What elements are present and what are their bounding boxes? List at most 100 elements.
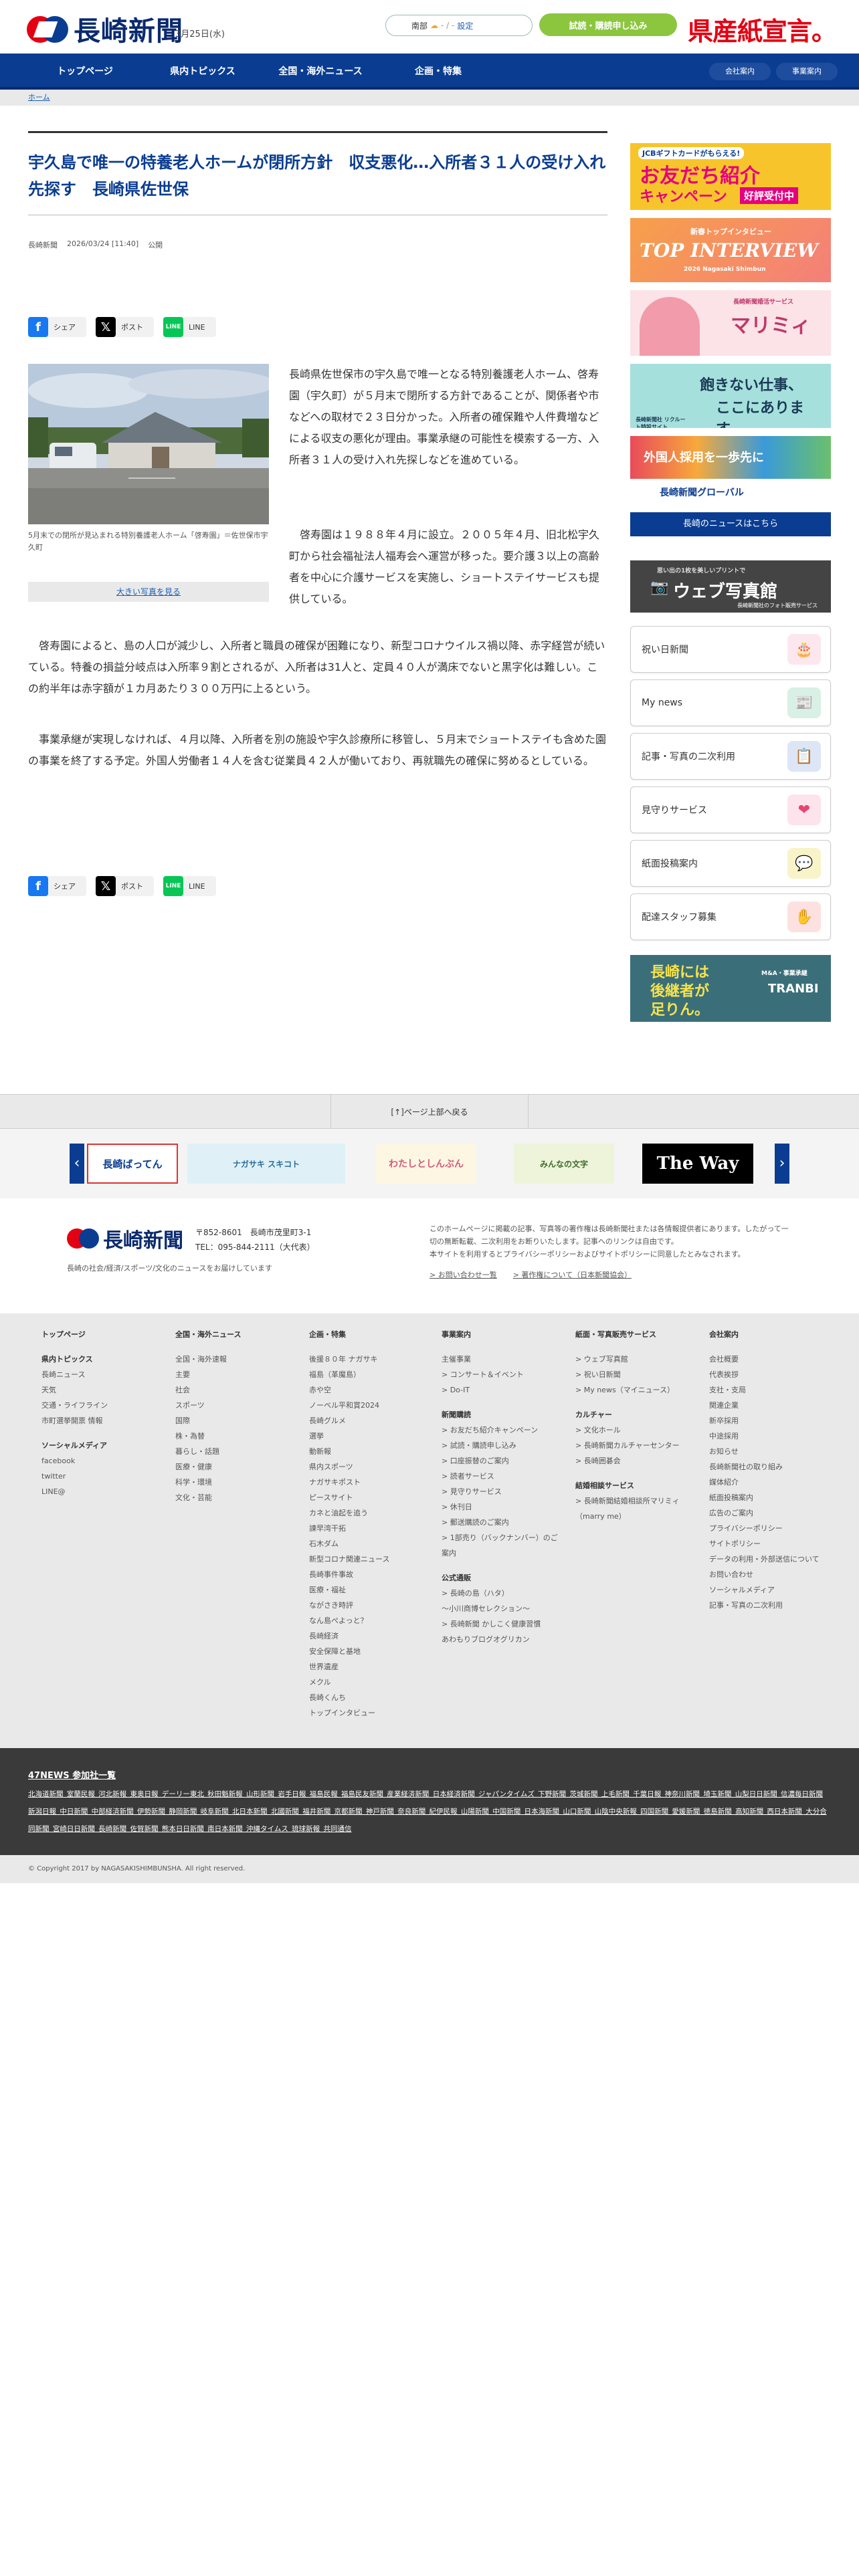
sitemap-link[interactable]: ながさき時評 bbox=[309, 1598, 389, 1613]
service-my-news[interactable]: My news 📰 bbox=[630, 679, 831, 726]
carousel-slide[interactable]: わたしとしんぶん bbox=[376, 1144, 476, 1184]
carousel-next-button[interactable]: › bbox=[775, 1144, 789, 1184]
sitemap-link[interactable]: スポーツ bbox=[175, 1398, 241, 1413]
sitemap-link[interactable]: 国際 bbox=[175, 1413, 241, 1428]
web-photo-banner[interactable]: 思い出の1枚を美しいプリントで 📷 ウェブ写真館 長崎新聞社のフォト販売サービス bbox=[630, 560, 831, 613]
sitemap-link[interactable]: > 見守りサービス bbox=[442, 1484, 562, 1499]
service-secondary-use[interactable]: 記事・写真の二次利用 📋 bbox=[630, 733, 831, 780]
recruit-banner[interactable]: 飽きない仕事、 ここにあります。 長崎新聞社 リクルート特設サイト bbox=[630, 364, 831, 428]
sitemap-link[interactable]: 医療・健康 bbox=[175, 1459, 241, 1475]
sitemap-link[interactable]: > 長崎新聞結婚相談所マリミィ（marry me） bbox=[575, 1493, 689, 1524]
nav-business-info[interactable]: 事業案内 bbox=[776, 63, 838, 80]
sitemap-link[interactable]: 安全保障と基地 bbox=[309, 1644, 389, 1659]
sitemap-heading[interactable]: 全国・海外ニュース bbox=[175, 1327, 241, 1342]
sitemap-link[interactable]: > 長崎囲碁会 bbox=[575, 1453, 689, 1469]
enlarge-photo-link[interactable]: 大きい写真を見る bbox=[28, 582, 269, 602]
nav-national-news[interactable]: 全国・海外ニュース bbox=[257, 53, 384, 90]
global-banner[interactable]: 外国人採用を一歩先に 長崎新聞グローバル bbox=[630, 436, 831, 504]
sitemap-link[interactable]: > 長崎新聞 かしこく健康習慣 bbox=[442, 1616, 562, 1632]
nav-company-info[interactable]: 会社案内 bbox=[709, 63, 771, 80]
sitemap-link[interactable]: > 口座振替のご案内 bbox=[442, 1453, 562, 1469]
sitemap-link[interactable]: > 郵送購読のご案内 bbox=[442, 1515, 562, 1530]
marimie-banner[interactable]: 長崎新聞婚活サービス マリミィ bbox=[630, 290, 831, 356]
footer-logo[interactable]: 長崎新聞 bbox=[67, 1224, 183, 1253]
sitemap-link[interactable]: 記事・写真の二次利用 bbox=[709, 1598, 823, 1613]
copyright-link[interactable]: > 著作権について（日本新聞協会） bbox=[513, 1269, 632, 1280]
sitemap-link[interactable]: 社会 bbox=[175, 1382, 241, 1398]
sitemap-link[interactable]: facebook bbox=[41, 1453, 108, 1469]
weather-widget[interactable]: 南部 ☁ - / - 設定 bbox=[385, 15, 533, 36]
site-logo[interactable]: 長崎新聞 bbox=[27, 9, 183, 48]
top-interview-banner[interactable]: 新春トップインタビュー TOP INTERVIEW 2026 Nagasaki … bbox=[630, 218, 831, 282]
sitemap-link[interactable]: 福島（革魔島） bbox=[309, 1367, 389, 1382]
sitemap-subheading[interactable]: 県内トピックス bbox=[41, 1352, 108, 1367]
sitemap-link[interactable]: > My news（マイニュース） bbox=[575, 1382, 689, 1398]
sitemap-link[interactable]: > 祝い日新聞 bbox=[575, 1367, 689, 1382]
sitemap-link[interactable]: あわもりブログオグリカン bbox=[442, 1632, 562, 1647]
carousel-prev-button[interactable]: ‹ bbox=[70, 1144, 84, 1184]
sitemap-link[interactable]: 広告のご案内 bbox=[709, 1505, 823, 1521]
sitemap-link[interactable]: > 長崎新聞カルチャーセンター bbox=[575, 1438, 689, 1453]
sitemap-link[interactable]: > お友だち紹介キャンペーン bbox=[442, 1422, 562, 1438]
carousel-slide[interactable]: The Way bbox=[642, 1144, 753, 1184]
sitemap-link[interactable]: 世界遺産 bbox=[309, 1659, 389, 1675]
sitemap-heading[interactable]: トップページ bbox=[41, 1327, 108, 1342]
sitemap-link[interactable]: 市町選挙開票 情報 bbox=[41, 1413, 108, 1428]
sitemap-link[interactable]: 長崎くんち bbox=[309, 1690, 389, 1705]
share-x-button[interactable]: 𝕏 ポスト bbox=[96, 876, 154, 896]
nav-local-topics[interactable]: 県内トピックス bbox=[139, 53, 266, 90]
sitemap-link[interactable]: > 長崎の島（ハタ） bbox=[442, 1586, 562, 1601]
sitemap-link[interactable]: > 1部売り（バックナンバー）のご案内 bbox=[442, 1530, 562, 1561]
news47-title[interactable]: 47NEWS 参加社一覧 bbox=[28, 1768, 116, 1781]
share-facebook-button[interactable]: f シェア bbox=[28, 317, 86, 337]
successor-banner[interactable]: 長崎には 後継者が 足りん。 M&A・事業承継 TRANBI bbox=[630, 955, 831, 1022]
sitemap-link[interactable]: ノーベル平和賞2024 bbox=[309, 1398, 389, 1413]
carousel-slide[interactable]: ナガサキ スキコト bbox=[187, 1144, 345, 1184]
jcb-friend-campaign-banner[interactable]: JCBギフトカードがもらえる! お友だち紹介 キャンペーン 好評受付中 bbox=[630, 143, 831, 210]
breadcrumb-home[interactable]: ホーム bbox=[28, 93, 50, 102]
sitemap-link[interactable]: カネと油起を追う bbox=[309, 1505, 389, 1521]
sitemap-link[interactable]: サイトポリシー bbox=[709, 1536, 823, 1551]
sitemap-link[interactable]: 諫早湾干拓 bbox=[309, 1521, 389, 1536]
sitemap-link[interactable]: 紙面投稿案内 bbox=[709, 1490, 823, 1505]
sitemap-link[interactable]: LINE@ bbox=[41, 1484, 108, 1499]
sitemap-heading[interactable]: 企画・特集 bbox=[309, 1327, 389, 1342]
sitemap-link[interactable]: 新型コロナ関連ニュース bbox=[309, 1551, 389, 1567]
sitemap-heading[interactable]: 事業案内 bbox=[442, 1327, 562, 1342]
sitemap-link[interactable]: 長崎経済 bbox=[309, 1628, 389, 1644]
sitemap-link[interactable]: 長崎事件事故 bbox=[309, 1567, 389, 1582]
nagasaki-news-link[interactable]: 長崎のニュースはこちら bbox=[630, 512, 831, 536]
sitemap-link[interactable]: 医療・福祉 bbox=[309, 1582, 389, 1598]
sitemap-link[interactable]: > 試読・購読申し込み bbox=[442, 1438, 562, 1453]
share-line-button[interactable]: LINE LINE bbox=[163, 876, 216, 896]
sitemap-link[interactable]: 全国・海外速報 bbox=[175, 1352, 241, 1367]
sitemap-link[interactable]: > ウェブ写真館 bbox=[575, 1352, 689, 1367]
sitemap-link[interactable]: 中途採用 bbox=[709, 1428, 823, 1444]
sitemap-link[interactable]: 長崎新聞社の取り組み bbox=[709, 1459, 823, 1475]
carousel-slide[interactable]: みんなの文字 bbox=[514, 1144, 614, 1184]
sitemap-heading[interactable]: 紙面・写真販売サービス bbox=[575, 1327, 689, 1342]
sitemap-heading[interactable]: 会社案内 bbox=[709, 1327, 823, 1342]
service-submission-guide[interactable]: 紙面投稿案内 💬 bbox=[630, 840, 831, 887]
carousel-slide[interactable]: 長崎ばってん bbox=[87, 1144, 178, 1184]
sitemap-link[interactable]: プライバシーポリシー bbox=[709, 1521, 823, 1536]
service-birthday-newspaper[interactable]: 祝い日新聞 🎂 bbox=[630, 626, 831, 673]
sitemap-link[interactable]: 会社概要 bbox=[709, 1352, 823, 1367]
sitemap-link[interactable]: お知らせ bbox=[709, 1444, 823, 1459]
sitemap-link[interactable]: 支社・支局 bbox=[709, 1382, 823, 1398]
sitemap-link[interactable]: 赤や空 bbox=[309, 1382, 389, 1398]
sitemap-link[interactable]: > Do-IT bbox=[442, 1382, 562, 1398]
subscribe-button[interactable]: 試読・購読申し込み bbox=[539, 13, 677, 36]
sitemap-link[interactable]: 県内スポーツ bbox=[309, 1459, 389, 1475]
sitemap-link[interactable]: 長崎ニュース bbox=[41, 1367, 108, 1382]
sitemap-link[interactable]: 後援８０年 ナガサキ bbox=[309, 1352, 389, 1367]
sitemap-link[interactable]: 長崎グルメ bbox=[309, 1413, 389, 1428]
sitemap-link[interactable]: 動新報 bbox=[309, 1444, 389, 1459]
service-delivery-staff[interactable]: 配達スタッフ募集 ✋ bbox=[630, 893, 831, 940]
sitemap-link[interactable]: twitter bbox=[41, 1469, 108, 1484]
nav-features[interactable]: 企画・特集 bbox=[375, 53, 502, 90]
contact-list-link[interactable]: > お問い合わせ一覧 bbox=[430, 1269, 497, 1280]
share-facebook-button[interactable]: f シェア bbox=[28, 876, 86, 896]
share-x-button[interactable]: 𝕏 ポスト bbox=[96, 317, 154, 337]
sitemap-link[interactable]: トップインタビュー bbox=[309, 1705, 389, 1721]
